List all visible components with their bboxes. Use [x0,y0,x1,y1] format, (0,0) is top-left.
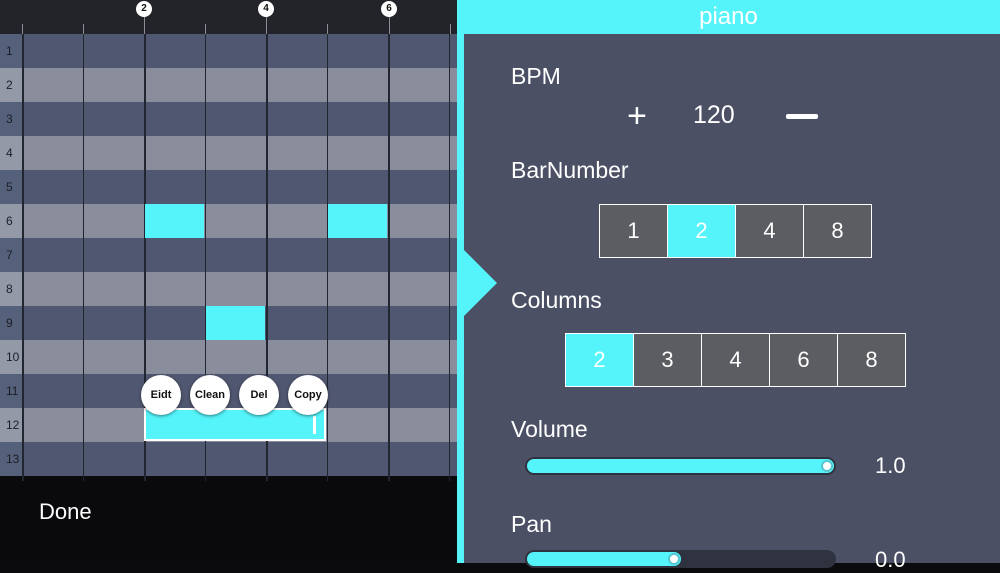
columns-option[interactable]: 4 [701,334,769,386]
columns-option[interactable]: 8 [837,334,905,386]
volume-slider-fill [527,459,834,473]
row-number: 12 [0,408,22,442]
bar-number-selector: 1 2 4 8 [599,204,872,258]
clean-button[interactable]: Clean [190,375,230,415]
pan-slider[interactable] [525,550,836,568]
ruler-marker: 2 [136,1,152,17]
volume-value: 1.0 [875,453,906,478]
ruler-tick [389,16,390,34]
bpm-decrease-button[interactable] [786,114,818,119]
ruler-tick [266,16,267,34]
note-block[interactable] [145,204,204,238]
timeline-ruler[interactable]: 2 4 6 [0,0,457,34]
bar-number-option[interactable]: 1 [600,205,667,257]
row-number: 9 [0,306,22,340]
note-resize-handle[interactable] [313,416,316,434]
grid-line [449,34,450,481]
volume-label: Volume [511,416,588,442]
ruler-tick [144,16,145,34]
row-number: 5 [0,170,22,204]
row-number: 4 [0,136,22,170]
columns-option[interactable]: 6 [769,334,837,386]
row-number: 10 [0,340,22,374]
columns-option[interactable]: 3 [633,334,701,386]
ruler-marker: 4 [258,1,274,17]
ruler-tick [450,24,451,34]
ruler-tick [327,24,328,34]
grid-line [22,34,24,481]
volume-slider[interactable] [525,457,836,475]
grid-line [83,34,84,481]
done-button[interactable]: Done [39,499,92,525]
bar-number-option[interactable]: 4 [735,205,803,257]
grid-line [388,34,390,481]
note-block[interactable] [206,306,265,340]
bar-number-option[interactable]: 2 [667,205,735,257]
ruler-tick [83,24,84,34]
bar-number-option[interactable]: 8 [803,205,871,257]
bpm-increase-button[interactable]: + [627,96,647,136]
piano-roll: 2 4 6 1 2 3 4 5 6 7 8 9 10 11 12 13 Eidt… [0,0,457,563]
copy-button[interactable]: Copy [288,375,328,415]
ruler-tick [205,24,206,34]
edit-button[interactable]: Eidt [141,375,181,415]
bpm-value: 120 [693,101,735,129]
columns-label: Columns [511,287,602,313]
pan-value: 0.0 [875,547,906,572]
row-number: 1 [0,34,22,68]
row-number: 8 [0,272,22,306]
row-number: 13 [0,442,22,476]
panel-title: piano [457,0,1000,34]
row-number: 6 [0,204,22,238]
ruler-marker: 6 [381,1,397,17]
ruler-tick [22,24,23,34]
pan-slider-fill [527,552,681,566]
pan-slider-knob[interactable] [668,553,680,565]
note-block[interactable] [328,204,387,238]
grid-line [327,34,328,481]
bpm-label: BPM [511,63,561,89]
row-number: 11 [0,374,22,408]
row-number: 2 [0,68,22,102]
columns-selector: 2 3 4 6 8 [565,333,906,387]
bar-number-label: BarNumber [511,157,629,183]
row-number: 3 [0,102,22,136]
settings-panel: piano BPM + 120 BarNumber 1 2 4 8 Column… [457,0,1000,572]
pan-label: Pan [511,511,552,537]
row-number: 7 [0,238,22,272]
panel-pointer [457,243,497,323]
columns-option[interactable]: 2 [566,334,633,386]
delete-button[interactable]: Del [239,375,279,415]
volume-slider-knob[interactable] [821,460,833,472]
